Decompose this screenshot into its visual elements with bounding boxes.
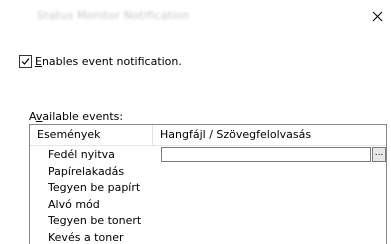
- checkmark-icon: [21, 57, 30, 66]
- table-row[interactable]: Tegyen be papírt: [30, 179, 386, 196]
- column-header-events[interactable]: Események: [30, 125, 153, 145]
- available-events-label: Available events:: [29, 110, 124, 123]
- events-table: Események Hangfájl / Szövegfelolvasás Fe…: [29, 124, 387, 244]
- event-name: Fedél nyitva: [48, 148, 115, 161]
- table-row[interactable]: Papírelakadás: [30, 163, 386, 180]
- event-name: Papírelakadás: [48, 164, 125, 178]
- table-row[interactable]: Tegyen be tonert: [30, 212, 386, 229]
- table-header: Események Hangfájl / Szövegfelolvasás: [30, 125, 386, 146]
- events-list: Fedél nyitva ... Papírelakadás Tegyen be…: [30, 146, 386, 244]
- browse-button[interactable]: ...: [372, 147, 386, 162]
- status-monitor-notification-dialog: Status Monitor Notification Enables even…: [0, 0, 391, 244]
- sound-file-input[interactable]: [161, 147, 371, 162]
- enable-notification-checkbox[interactable]: [19, 55, 32, 68]
- table-row[interactable]: Fedél nyitva ...: [30, 146, 386, 163]
- close-button[interactable]: [367, 6, 387, 26]
- event-name: Tegyen be papírt: [48, 181, 141, 194]
- table-row[interactable]: Kevés a toner: [30, 229, 386, 244]
- close-icon: [372, 11, 383, 22]
- event-name: Kevés a toner: [48, 230, 124, 244]
- table-row[interactable]: Alvó mód: [30, 196, 386, 213]
- event-name: Tegyen be tonert: [48, 214, 142, 227]
- column-header-sound-file[interactable]: Hangfájl / Szövegfelolvasás: [153, 125, 386, 145]
- title-bar: Status Monitor Notification: [0, 0, 391, 32]
- enable-notification-label: Enables event notification.: [35, 55, 182, 68]
- window-title: Status Monitor Notification: [37, 9, 190, 22]
- event-name: Alvó mód: [48, 197, 100, 211]
- enable-notification-checkbox-row[interactable]: Enables event notification.: [19, 55, 182, 68]
